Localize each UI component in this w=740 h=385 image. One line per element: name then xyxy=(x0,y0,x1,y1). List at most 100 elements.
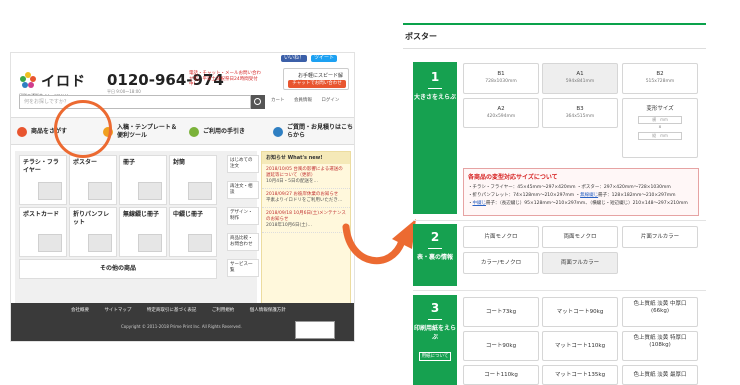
custom-width-input[interactable]: 横 mm xyxy=(638,116,682,124)
news-body: 2018年10月6日(土)… xyxy=(266,223,313,228)
login-link[interactable]: ログイン xyxy=(321,98,339,103)
size-name: B1 xyxy=(497,71,505,77)
news-date: 2018/09/27 xyxy=(266,192,292,197)
tile-postcard[interactable]: ポストカード xyxy=(19,207,67,257)
nonbind-image xyxy=(138,234,162,252)
footer-link-privacy[interactable]: 個人情報保護方針 xyxy=(250,308,286,313)
tile-saddle[interactable]: 中綴じ冊子 xyxy=(169,207,217,257)
footer-links: 会社概要 サイトマップ 特定商取引に基づく表記 ご利用規約 個人情報保護方針 xyxy=(71,307,300,313)
news-item[interactable]: 2018/09/27 お彼岸休業のお知らせ 平素よりイロドリをご利用いただき… xyxy=(262,189,350,208)
tile-saddle-label: 中綴じ冊子 xyxy=(173,211,204,218)
nav-faq[interactable]: ご質問・お見積りはこちらから xyxy=(273,118,353,146)
paper-coat-73[interactable]: コート73kg xyxy=(463,297,539,327)
side-first-order[interactable]: はじめての注文 xyxy=(227,155,259,173)
size-dim: 515x728mm xyxy=(645,79,675,84)
copyright: Copyright © 2011-2018 Prime Print Inc. A… xyxy=(121,324,242,329)
footer-link-company[interactable]: 会社概要 xyxy=(71,308,89,313)
paper-info-button[interactable]: 用紙について xyxy=(418,352,452,361)
side-compare[interactable]: 商品比較・お問合わせ xyxy=(227,233,259,251)
paper-matte-90[interactable]: マットコート90kg xyxy=(542,297,618,327)
news-heading: お彼岸休業のお知らせ xyxy=(293,192,339,197)
tweet-button[interactable]: ツイート xyxy=(311,55,338,62)
facebook-like-button[interactable]: いいね！ xyxy=(281,55,308,62)
paper-matte-135[interactable]: マットコート135kg xyxy=(542,365,618,385)
size-dim: 420x594mm xyxy=(486,114,516,119)
size-b2[interactable]: B2 515x728mm xyxy=(622,63,698,94)
search-icon[interactable] xyxy=(251,95,265,109)
paper-coat-90[interactable]: コート90kg xyxy=(463,331,539,361)
news-item[interactable]: 2018/10/05 台風の影響による運送の遅延等について（更新） 10月4日・… xyxy=(262,164,350,189)
size-name: A1 xyxy=(576,71,584,77)
paper-coat-110[interactable]: コート110kg xyxy=(463,365,539,385)
nonbind-link[interactable]: 無線綴じ xyxy=(580,193,598,198)
size-b3[interactable]: B3 364x515mm xyxy=(542,98,618,128)
postcard-image xyxy=(38,234,62,252)
step-2: 2 表・裏の情報 xyxy=(413,224,457,286)
paper-matte-110[interactable]: マットコート110kg xyxy=(542,331,618,361)
side-reorder[interactable]: 再注文・相談 xyxy=(227,181,259,199)
irregular-size-note: 各商品の変型対応サイズについて ・チラシ・フライヤー：45×45mm〜297×4… xyxy=(463,168,699,216)
custom-height-input[interactable]: 縦 mm xyxy=(638,132,682,140)
side-services[interactable]: サービス一覧 xyxy=(227,259,259,277)
step-3: 3 印刷用紙をえらぶ 用紙について xyxy=(413,295,457,385)
step-1-label: 大きさをえらぶ xyxy=(413,94,456,101)
footer-link-sitemap[interactable]: サイトマップ xyxy=(104,308,131,313)
size-a2[interactable]: A2 420x594mm xyxy=(463,98,539,128)
security-badge xyxy=(295,321,335,339)
color-single-full[interactable]: 片面フルカラー xyxy=(622,226,698,248)
step-3-label: 印刷用紙をえらぶ xyxy=(413,325,456,341)
flyer-image xyxy=(38,182,62,200)
nav-guide[interactable]: ご利用の手引き xyxy=(189,118,269,146)
news-item[interactable]: 2018/09/18 10月6日(土)メンテナンスのお知らせ 2018年10月6… xyxy=(262,208,350,233)
highlight-circle xyxy=(54,100,112,158)
tile-other[interactable]: その他の商品 xyxy=(19,259,217,279)
paper-color-top[interactable]: 色上質紙 淡黄 最厚口 xyxy=(622,365,698,385)
tile-flyer[interactable]: チラシ・フライヤー xyxy=(19,155,67,205)
side-design[interactable]: デザイン・制作 xyxy=(227,207,259,225)
irregular-size-title: 各商品の変型対応サイズについて xyxy=(468,174,558,181)
step-3-number: 3 xyxy=(430,301,440,315)
news-title: お知らせ What's new! xyxy=(262,152,350,164)
poster-image xyxy=(88,182,112,200)
step-separator xyxy=(413,220,706,221)
footer-link-terms[interactable]: ご利用規約 xyxy=(212,308,235,313)
step-2-number: 2 xyxy=(430,230,440,244)
nav-templates[interactable]: 入稿・テンプレート＆便利ツール xyxy=(103,118,181,146)
chat-contact-label: チャットでお問い合わせ xyxy=(288,80,346,88)
search-input[interactable]: 何をお探しですか？ xyxy=(19,95,251,109)
color-double-full[interactable]: 両面フルカラー xyxy=(542,252,618,274)
saddle-link[interactable]: 中綴じ xyxy=(473,201,487,206)
panel-top-rule xyxy=(403,23,706,25)
footer-link-law[interactable]: 特定商取引に基づく表記 xyxy=(147,308,197,313)
step-3-bar xyxy=(428,319,442,320)
size-custom[interactable]: 変形サイズ 横 mm x 縦 mm xyxy=(622,98,698,158)
size-dim: 728x1030mm xyxy=(485,79,517,84)
guide-icon xyxy=(189,127,199,137)
tile-envelope[interactable]: 封筒 xyxy=(169,155,217,205)
color-single-mono[interactable]: 片面モノクロ xyxy=(463,226,539,248)
size-name: A2 xyxy=(497,106,505,112)
paper-color-66[interactable]: 色上質紙 淡黄 中厚口(66kg) xyxy=(622,297,698,327)
color-double-mono[interactable]: 両面モノクロ xyxy=(542,226,618,248)
size-a1[interactable]: A1 594x841mm xyxy=(542,63,618,94)
irregular-flyer: ・チラシ・フライヤー：45×45mm〜297×420mm xyxy=(468,185,576,190)
tile-nonbind[interactable]: 無線綴じ冊子 xyxy=(119,207,167,257)
size-b1[interactable]: B1 728x1030mm xyxy=(463,63,539,94)
tile-booklet[interactable]: 冊子 xyxy=(119,155,167,205)
tile-poster[interactable]: ポスター xyxy=(69,155,117,205)
tile-pamphlet[interactable]: 折りパンフレット xyxy=(69,207,117,257)
news-date: 2018/09/18 xyxy=(266,211,292,216)
paper-color-108[interactable]: 色上質紙 淡黄 特厚口(108kg) xyxy=(622,331,698,361)
news-body: 10月4日・5日の配送を… xyxy=(266,179,318,184)
color-color-mono[interactable]: カラー/モノクロ xyxy=(463,252,539,274)
member-link[interactable]: 会員情報 xyxy=(294,98,312,103)
site-footer: 会社概要 サイトマップ 特定商取引に基づく表記 ご利用規約 個人情報保護方針 C… xyxy=(11,303,354,341)
cart-link[interactable]: カート xyxy=(271,98,285,103)
step-2-bar xyxy=(428,248,442,249)
tile-nonbind-label: 無線綴じ冊子 xyxy=(123,211,160,218)
header-links: カート 会員情報 ログイン xyxy=(271,97,347,103)
booklet-image xyxy=(138,182,162,200)
nav-guide-label: ご利用の手引き xyxy=(203,128,246,135)
irregular-saddle: 冊子：（長辺綴じ）95×128mm〜210×297mm、（横綴じ・短辺綴じ）21… xyxy=(486,201,688,206)
chat-contact-button[interactable]: お手軽にスピード解決！ チャットでお問い合わせ xyxy=(283,68,349,90)
